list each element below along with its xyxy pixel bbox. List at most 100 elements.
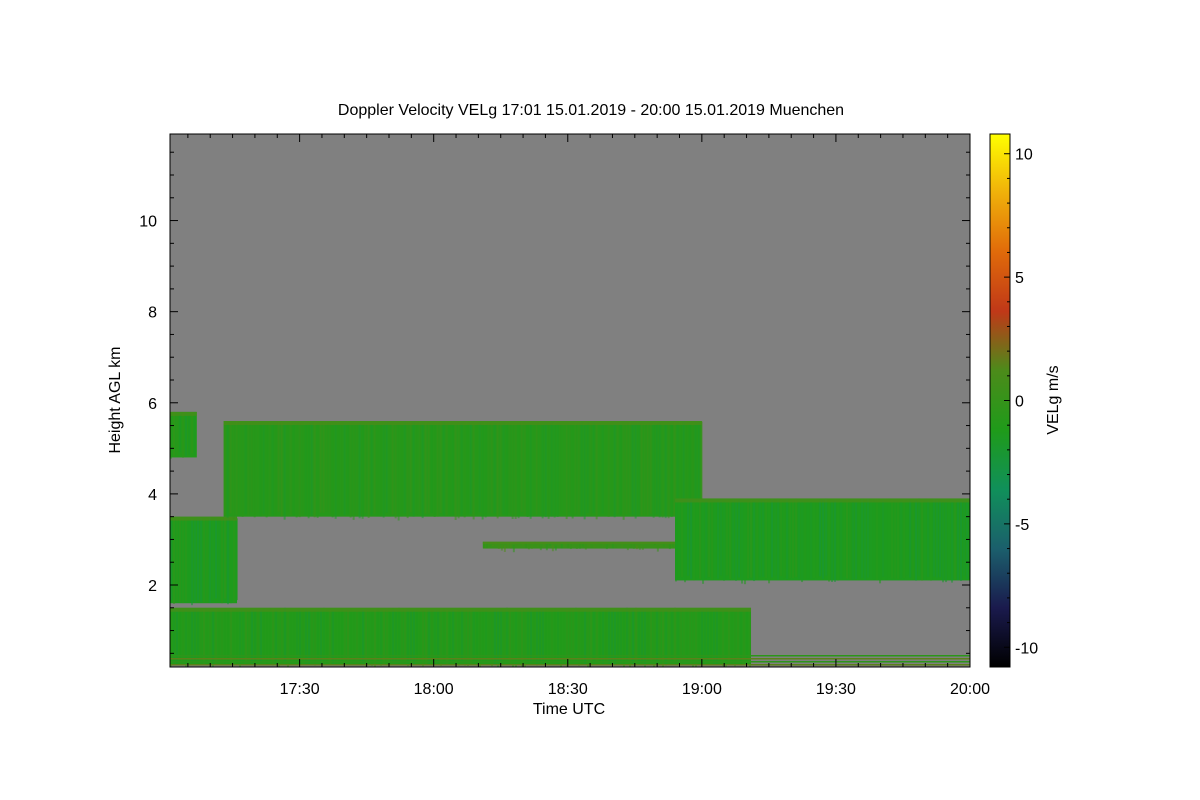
echo-texture [717,501,720,579]
echo-texture [262,424,265,515]
echo-texture [284,607,286,662]
echo-texture [188,413,190,455]
echo-texture [590,610,592,663]
echo-texture [569,543,572,550]
echo-texture [272,608,274,666]
echo-texture [212,517,214,601]
echo-texture [605,609,607,663]
echo-texture [930,498,933,581]
echo-texture [595,423,598,520]
echo-texture [702,502,705,584]
echo-texture [635,545,638,550]
echo-texture [179,517,181,603]
echo-top-edge [675,498,970,503]
echo-texture [891,500,894,579]
echo-texture [176,611,178,665]
echo-texture [553,422,556,518]
echo-texture [906,499,909,576]
echo-texture [723,501,726,581]
y-tick-label: 4 [148,487,157,504]
echo-texture [566,610,568,667]
echo-texture [596,610,598,663]
echo-texture [364,422,367,513]
echo-texture [933,499,936,577]
y-tick-label: 10 [139,214,157,231]
echo-texture [316,423,319,518]
echo-texture [472,424,475,520]
x-tick-label: 18:00 [414,681,454,698]
echo-texture [433,424,436,517]
echo-texture [344,611,346,666]
echo-top-edge [170,607,752,612]
echo-texture [695,611,697,667]
echo-texture [520,421,523,512]
colorbar-tick-label: 0 [1015,394,1024,411]
echo-texture [619,422,622,515]
echo-texture [259,423,262,517]
echo-texture [780,499,783,576]
echo-texture [325,421,328,512]
echo-texture [236,518,238,601]
echo-texture [840,499,843,580]
echo-texture [295,422,298,518]
echo-texture [464,611,466,666]
echo-texture [484,421,487,518]
echo-texture [517,424,520,519]
colorbar-label: VELg m/s [1045,365,1062,434]
echo-texture [768,501,771,584]
x-tick-label: 19:00 [682,681,722,698]
echo-texture [283,424,286,520]
echo-texture [236,609,238,665]
echo-texture [310,421,313,516]
echo-texture [659,610,661,663]
echo-texture [909,500,912,578]
echo-texture [696,498,699,579]
echo-texture [280,421,283,517]
echo-texture [837,500,840,581]
echo-texture [304,421,307,516]
echo-texture [556,424,559,517]
echo-texture [388,424,391,517]
echo-texture [599,609,601,662]
echo-texture [200,517,202,602]
echo-texture [418,421,421,512]
echo-texture [882,499,885,577]
echo-texture [551,544,554,552]
echo-texture [533,609,535,662]
colorbar-tick-label: 10 [1015,147,1033,164]
echo-texture [367,422,370,518]
echo-texture [392,608,394,663]
echo-texture [554,608,556,662]
echo-texture [322,421,325,513]
echo-texture [559,421,562,512]
echo-texture [430,423,433,514]
echo-texture [765,500,768,579]
echo-texture [277,421,280,512]
echo-texture [346,421,349,515]
echo-texture [394,424,397,519]
echo-texture [750,500,753,578]
echo-texture [774,499,777,576]
echo-texture [699,499,702,579]
echo-texture [452,609,454,662]
echo-texture [584,544,587,550]
echo-texture [469,423,472,515]
echo-texture [562,424,565,516]
echo-texture [265,424,268,518]
echo-texture [681,500,684,578]
echo-texture [670,423,673,518]
echo-texture [197,517,199,601]
echo-texture [652,423,655,518]
echo-texture [894,501,897,579]
echo-texture [693,501,696,581]
echo-texture [646,423,649,516]
echo-texture [816,499,819,579]
echo-texture [831,501,834,582]
echo-texture [314,610,316,666]
echo-texture [182,413,184,458]
echo-texture [461,609,463,661]
echo-texture [440,610,442,666]
echo-texture [749,611,751,667]
echo-texture [632,544,635,549]
echo-texture [377,608,379,662]
